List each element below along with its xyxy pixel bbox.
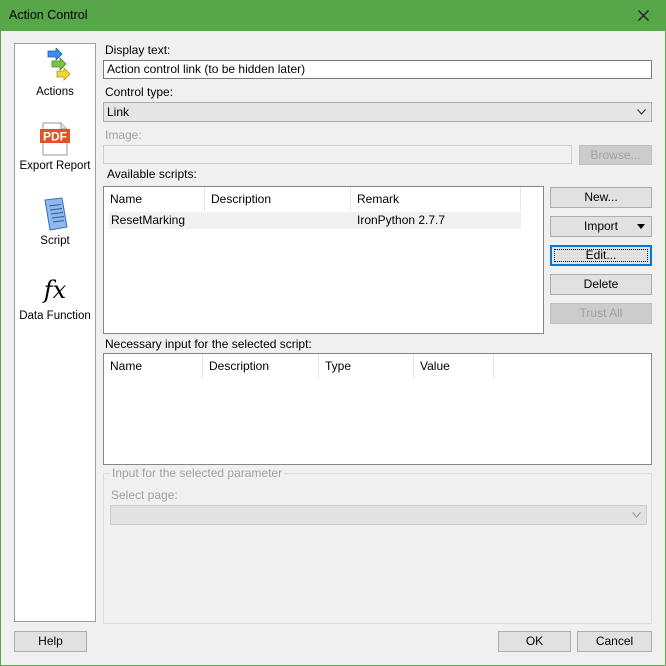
display-text-label: Display text: xyxy=(105,43,171,57)
sidebar-item-actions[interactable]: Actions xyxy=(15,48,95,98)
chevron-down-icon xyxy=(632,512,641,518)
scripts-list[interactable]: Name Description Remark ResetMarking Iro… xyxy=(103,186,544,334)
necessary-input-label: Necessary input for the selected script: xyxy=(105,337,312,351)
dropdown-arrow-icon xyxy=(637,224,645,229)
script-description-cell xyxy=(205,212,351,229)
close-button[interactable] xyxy=(621,0,666,31)
select-page-label: Select page: xyxy=(111,488,178,502)
sidebar-item-label: Export Report xyxy=(19,160,91,172)
image-input[interactable] xyxy=(103,145,572,164)
sidebar-item-data-function[interactable]: fx Data Function xyxy=(15,272,95,322)
column-header-name[interactable]: Name xyxy=(104,187,205,211)
script-icon xyxy=(44,197,68,231)
column-header-description[interactable]: Description xyxy=(203,354,319,378)
sidebar-item-label: Data Function xyxy=(19,310,91,322)
chevron-down-icon xyxy=(637,109,646,115)
control-type-value: Link xyxy=(107,105,130,119)
script-name-cell: ResetMarking xyxy=(111,213,186,227)
browse-button[interactable]: Browse... xyxy=(579,145,652,165)
close-icon xyxy=(638,10,649,21)
trust-all-button[interactable]: Trust All xyxy=(550,303,652,324)
pdf-icon: PDF xyxy=(40,122,70,156)
edit-button-label: Edit... xyxy=(551,246,651,265)
image-label: Image: xyxy=(105,128,142,142)
fx-icon: fx xyxy=(42,276,67,304)
new-script-button[interactable]: New... xyxy=(550,187,652,208)
cancel-button[interactable]: Cancel xyxy=(577,631,652,652)
scripts-list-header: Name Description Remark xyxy=(104,187,521,211)
help-button[interactable]: Help xyxy=(14,631,87,652)
sidebar-item-label: Script xyxy=(40,235,70,247)
sidebar-item-label: Actions xyxy=(36,86,74,98)
column-header-value[interactable]: Value xyxy=(414,354,494,378)
parameter-group-label: Input for the selected parameter xyxy=(110,466,285,480)
window-title: Action Control xyxy=(9,8,88,22)
delete-script-button[interactable]: Delete xyxy=(550,274,652,295)
table-row[interactable]: ResetMarking IronPython 2.7.7 xyxy=(109,212,521,229)
control-type-select[interactable]: Link xyxy=(103,102,652,122)
pdf-icon-text: PDF xyxy=(43,130,67,144)
action-type-sidebar: Actions PDF Export Report Script fx Data… xyxy=(14,43,96,622)
script-remark-cell: IronPython 2.7.7 xyxy=(357,213,446,227)
column-header-description[interactable]: Description xyxy=(205,187,351,211)
window-border-left xyxy=(0,31,1,666)
title-bar: Action Control xyxy=(0,0,666,31)
column-header-remark[interactable]: Remark xyxy=(351,187,521,211)
edit-script-button[interactable]: Edit... xyxy=(550,245,652,266)
sidebar-item-script[interactable]: Script xyxy=(15,197,95,247)
script-inputs-list[interactable]: Name Description Type Value xyxy=(103,353,652,465)
select-page-select[interactable] xyxy=(110,505,647,525)
column-header-type[interactable]: Type xyxy=(319,354,414,378)
display-text-input[interactable]: Action control link (to be hidden later) xyxy=(103,60,652,79)
import-script-button[interactable]: Import xyxy=(550,216,652,237)
ok-button[interactable]: OK xyxy=(498,631,571,652)
control-type-label: Control type: xyxy=(105,85,174,99)
import-button-label: Import xyxy=(583,219,618,233)
script-inputs-list-header: Name Description Type Value xyxy=(104,354,494,378)
sidebar-item-export-report[interactable]: PDF Export Report xyxy=(15,122,95,172)
available-scripts-label: Available scripts: xyxy=(107,167,197,181)
actions-arrows-icon xyxy=(47,48,71,81)
parameter-input-group: Input for the selected parameter xyxy=(103,466,652,624)
fx-icon-text: fx xyxy=(42,276,67,304)
column-header-name[interactable]: Name xyxy=(104,354,203,378)
